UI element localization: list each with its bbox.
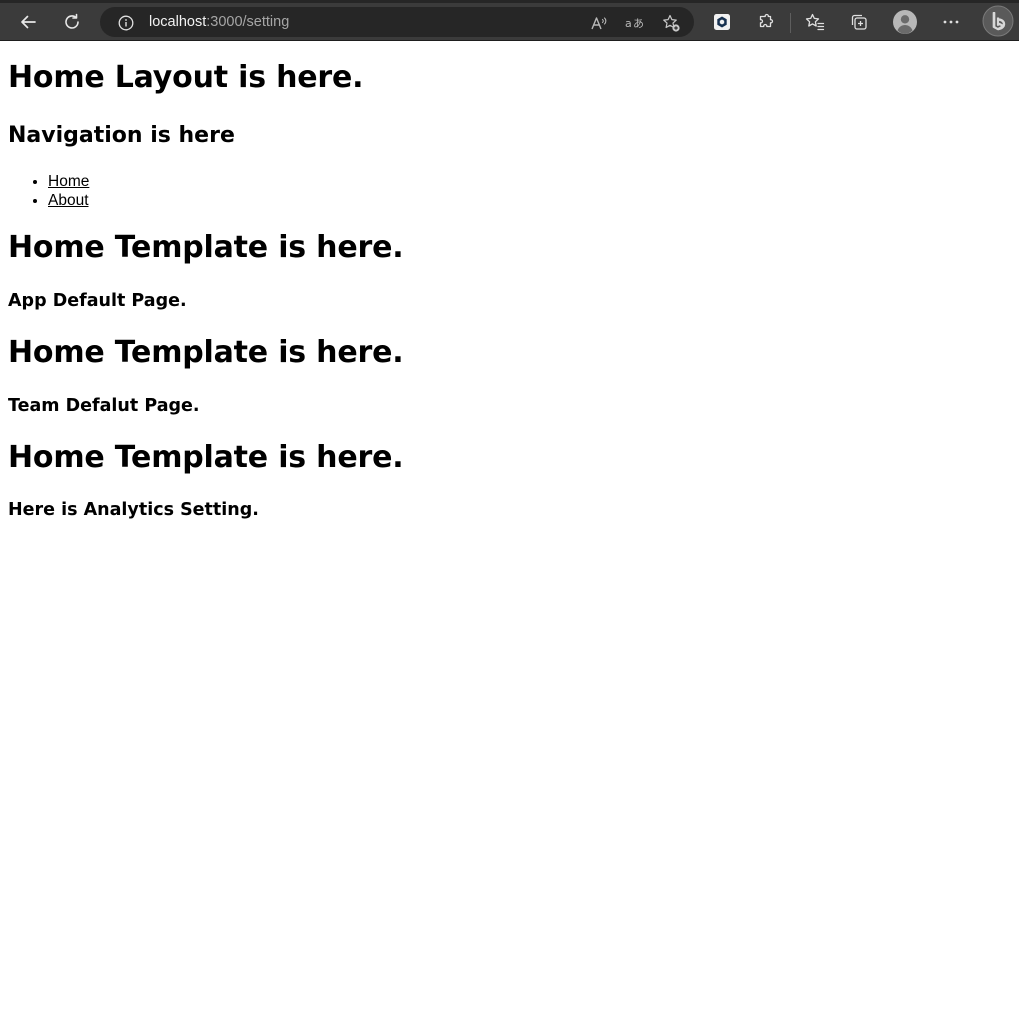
navigation-heading: Navigation is here bbox=[8, 123, 235, 148]
reload-icon[interactable] bbox=[57, 7, 87, 37]
nav-item-home: Home bbox=[48, 172, 89, 191]
favorites-icon[interactable] bbox=[800, 7, 830, 37]
template-heading: Home Template is here. bbox=[8, 230, 404, 265]
navigation-list: Home About bbox=[8, 172, 89, 210]
layout-heading: Home Layout is here. bbox=[8, 60, 364, 95]
more-icon[interactable] bbox=[936, 7, 966, 37]
puzzle-icon[interactable] bbox=[751, 7, 781, 37]
nav-link-about[interactable]: About bbox=[48, 192, 89, 209]
address-bar[interactable]: localhost:3000/setting aあ bbox=[100, 7, 694, 37]
read-aloud-icon[interactable] bbox=[589, 13, 609, 33]
browser-toolbar: localhost:3000/setting aあ bbox=[0, 0, 1019, 41]
section-text-app-default: App Default Page. bbox=[8, 291, 187, 311]
url-text[interactable]: localhost:3000/setting bbox=[149, 14, 289, 30]
section-text-analytics-setting: Here is Analytics Setting. bbox=[8, 500, 259, 520]
bing-icon[interactable] bbox=[981, 4, 1015, 38]
nav-link-home[interactable]: Home bbox=[48, 173, 89, 190]
url-host: localhost bbox=[149, 14, 207, 30]
section-text-team-default: Team Defalut Page. bbox=[8, 396, 200, 416]
template-heading: Home Template is here. bbox=[8, 440, 404, 475]
add-favorite-icon[interactable] bbox=[661, 13, 681, 33]
nav-item-about: About bbox=[48, 191, 89, 210]
extension-app-icon[interactable] bbox=[707, 7, 737, 37]
back-arrow-icon[interactable] bbox=[13, 7, 43, 37]
info-icon[interactable] bbox=[117, 14, 134, 31]
svg-text:a: a bbox=[625, 17, 632, 30]
toolbar-separator bbox=[790, 13, 791, 33]
profile-avatar-icon[interactable] bbox=[890, 7, 920, 37]
svg-text:あ: あ bbox=[633, 17, 644, 30]
template-heading: Home Template is here. bbox=[8, 335, 404, 370]
url-path: :3000/setting bbox=[206, 14, 290, 30]
translate-icon[interactable]: aあ bbox=[625, 13, 645, 33]
collections-icon[interactable] bbox=[844, 7, 874, 37]
